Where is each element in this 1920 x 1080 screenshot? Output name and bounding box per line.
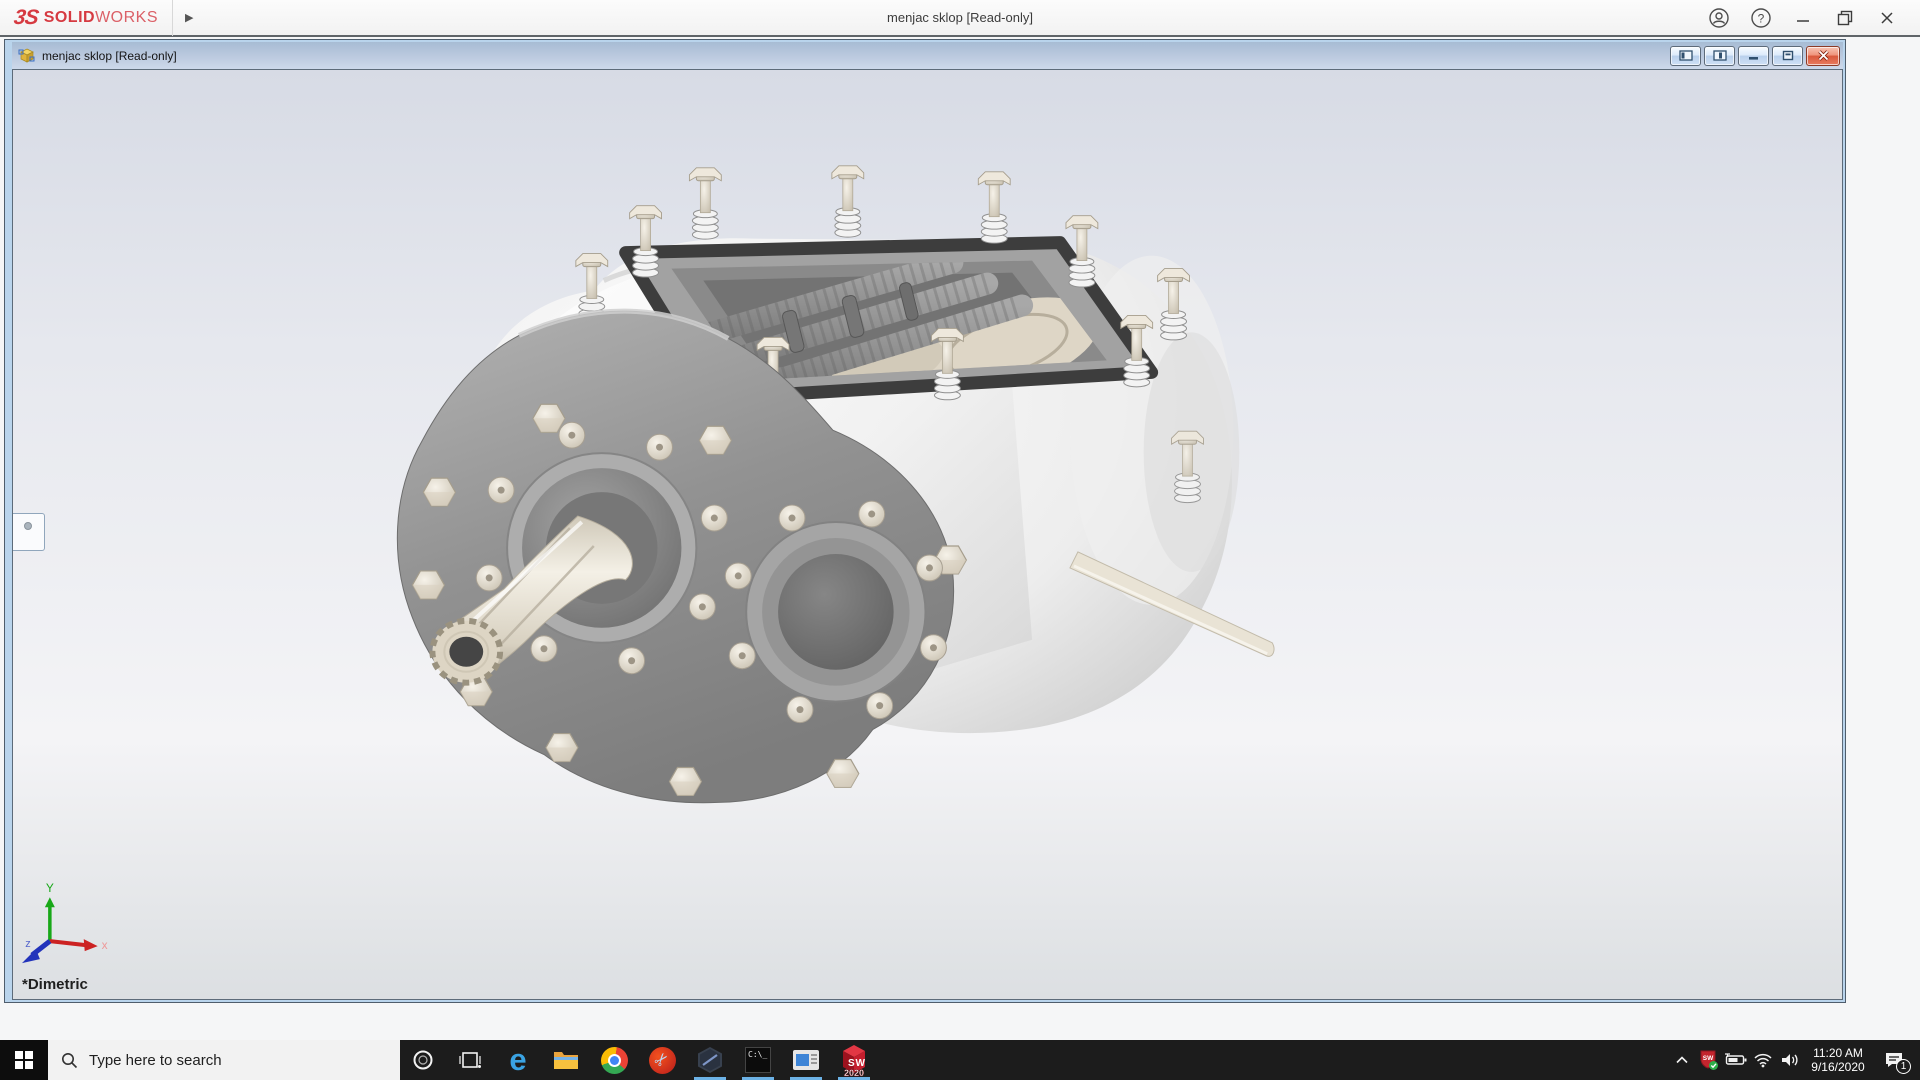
desktop-screen: 3S SOLID WORKS ▶ menjac sklop [Read-only]… (0, 0, 1920, 1080)
system-tray: SW 11:20 AM 9/16/2020 1 (1668, 1040, 1920, 1080)
scissors-app-icon: ✂ (648, 1046, 676, 1074)
svg-text:z: z (25, 938, 30, 950)
tray-battery-icon[interactable] (1722, 1040, 1749, 1080)
tray-clock[interactable]: 11:20 AM 9/16/2020 (1803, 1046, 1873, 1074)
solidworks-logo: 3S SOLID WORKS ▶ (0, 0, 204, 36)
app-window-title: menjac sklop [Read-only] (887, 10, 1033, 25)
chrome-icon (600, 1046, 628, 1074)
doc-close-button[interactable] (1806, 45, 1840, 66)
command-prompt-icon: C:\_ (745, 1047, 771, 1073)
taskbar-search[interactable] (48, 1040, 400, 1080)
brand-works-text: WORKS (95, 8, 159, 26)
orientation-triad: Y x z (21, 881, 108, 964)
pane-left-button[interactable] (1670, 45, 1701, 66)
taskbar-app-capture-tool[interactable]: ✂ (638, 1040, 686, 1080)
windows-taskbar: e ✂ C:\_ (0, 1040, 1920, 1080)
svg-text:Y: Y (46, 881, 54, 895)
view-orientation-label: *Dimetric (22, 976, 88, 993)
cortana-icon (413, 1050, 433, 1070)
app-title-bar: 3S SOLID WORKS ▶ menjac sklop [Read-only]… (0, 0, 1920, 37)
app-window-controls: ? (1702, 3, 1920, 33)
clock-date: 9/16/2020 (1811, 1060, 1865, 1074)
task-view-button[interactable] (446, 1040, 494, 1080)
taskbar-app-chrome[interactable] (590, 1040, 638, 1080)
taskbar-app-hexagon[interactable] (686, 1040, 734, 1080)
search-input[interactable] (89, 1051, 369, 1069)
tray-wifi-icon[interactable] (1749, 1040, 1776, 1080)
brand-solid-text: SOLID (43, 8, 96, 26)
svg-text:x: x (102, 938, 108, 952)
start-button[interactable] (0, 1040, 48, 1080)
clock-time: 11:20 AM (1813, 1046, 1863, 1060)
close-button[interactable] (1870, 3, 1904, 33)
tray-volume-icon[interactable] (1776, 1040, 1803, 1080)
hexagon-app-icon (698, 1047, 722, 1073)
solidworks-3s-mark-icon: 3S (12, 5, 40, 29)
file-explorer-icon (554, 1052, 578, 1069)
cortana-button[interactable] (400, 1040, 446, 1080)
notification-badge: 1 (1896, 1059, 1911, 1074)
action-center-button[interactable]: 1 (1873, 1040, 1915, 1080)
pane-right-button[interactable] (1704, 45, 1735, 66)
menu-expand-arrow-icon[interactable]: ▶ (185, 11, 193, 24)
restore-button[interactable] (1828, 3, 1862, 33)
document-title-bar[interactable]: menjac sklop [Read-only] (12, 42, 1843, 69)
document-title: menjac sklop [Read-only] (42, 48, 177, 63)
graphics-viewport[interactable]: Y x z *Dimetric (12, 69, 1843, 1000)
tray-solidworks-monitor-icon[interactable]: SW (1695, 1040, 1722, 1080)
minimize-button[interactable] (1786, 3, 1820, 33)
doc-minimize-button[interactable] (1738, 45, 1769, 66)
taskbar-app-viewer[interactable] (782, 1040, 830, 1080)
task-view-icon (459, 1052, 481, 1068)
windows-logo-icon (15, 1051, 33, 1069)
feature-manager-collapsed-tab[interactable] (13, 513, 45, 551)
brand-divider (172, 0, 174, 36)
doc-restore-button[interactable] (1772, 45, 1803, 66)
document-window: menjac sklop [Read-only] Y x z *Dimetric (4, 39, 1846, 1003)
taskbar-app-edge[interactable]: e (494, 1040, 542, 1080)
document-window-controls (1670, 45, 1840, 66)
account-icon[interactable] (1702, 3, 1736, 33)
svg-text:2020: 2020 (844, 1068, 864, 1077)
solidworks-2020-icon: S W 2020 (843, 1045, 866, 1077)
edge-icon: e (509, 1042, 527, 1077)
help-icon[interactable]: ? (1744, 3, 1778, 33)
expand-pane-handle-icon[interactable] (24, 522, 32, 530)
gearbox-3d-model[interactable]: Y x z (13, 70, 1842, 999)
taskbar-app-file-explorer[interactable] (542, 1040, 590, 1080)
svg-text:?: ? (1758, 11, 1765, 25)
tray-chevron-up-icon[interactable] (1668, 1040, 1695, 1080)
svg-text:SW: SW (1702, 1055, 1713, 1062)
taskbar-app-command-prompt[interactable]: C:\_ (734, 1040, 782, 1080)
assembly-document-icon (18, 48, 35, 63)
taskbar-app-solidworks[interactable]: S W 2020 (830, 1040, 878, 1080)
viewer-app-icon (793, 1050, 819, 1070)
search-icon (62, 1052, 78, 1068)
